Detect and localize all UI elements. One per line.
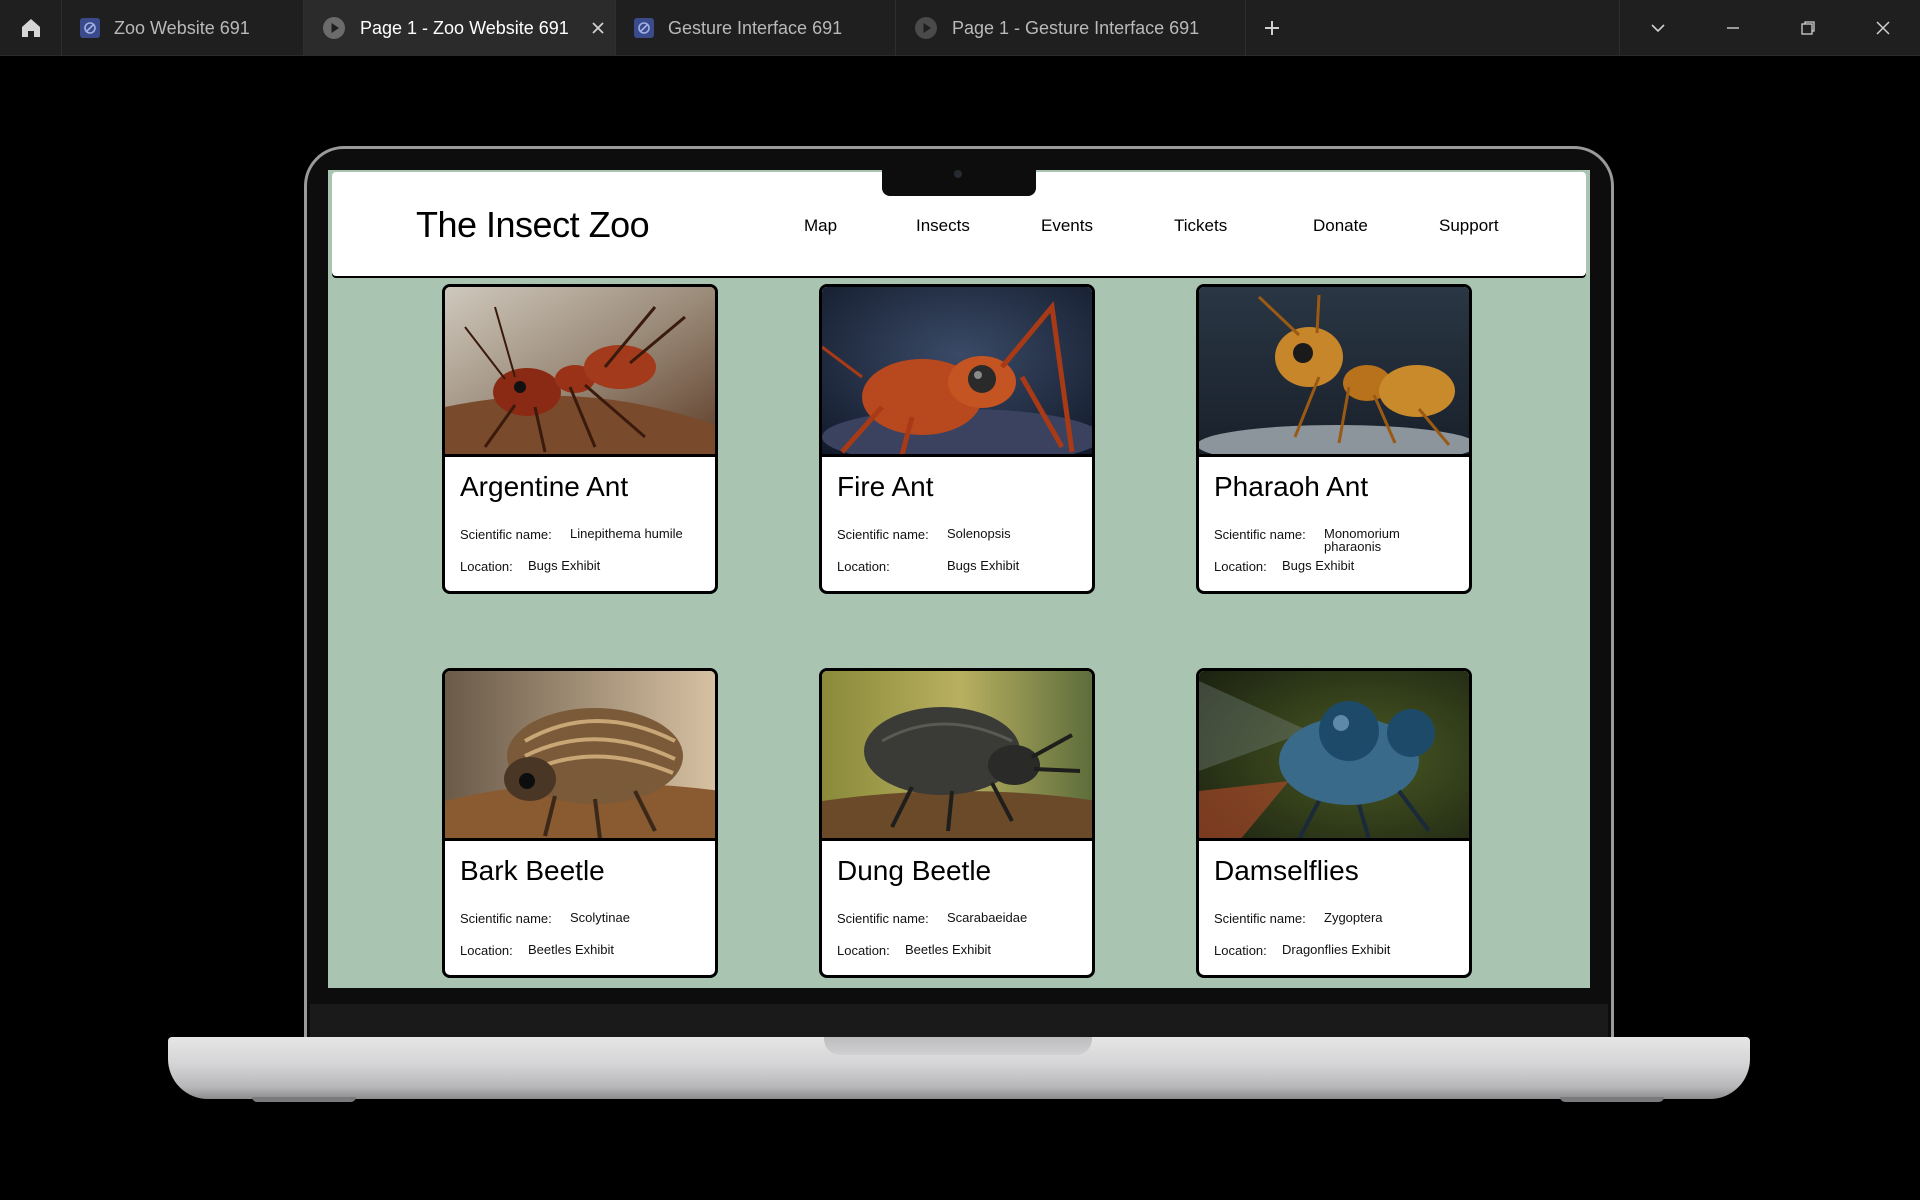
home-button[interactable]	[0, 0, 62, 56]
scientific-name-value: Solenopsis	[947, 526, 1011, 541]
home-icon	[21, 19, 40, 37]
card-title: Dung Beetle	[837, 855, 992, 886]
chevron-down-icon	[1650, 24, 1665, 33]
location-row: Location: Bugs Exhibit	[1214, 559, 1392, 574]
insect-card[interactable]: Fire Ant Scientific name: Solenopsis Loc…	[819, 284, 1095, 594]
card-title: Fire Ant	[837, 471, 934, 502]
scientific-name-value: Zygoptera	[1324, 910, 1383, 925]
play-icon	[914, 16, 938, 40]
location-row: Location: Bugs Exhibit	[837, 559, 1057, 574]
card-title: Bark Beetle	[460, 855, 605, 886]
tab-list-button[interactable]	[1620, 0, 1695, 56]
location-row: Location: Dragonflies Exhibit	[1214, 943, 1432, 958]
fire-ant-image	[822, 287, 1092, 457]
laptop-foot-right	[1560, 1097, 1664, 1102]
laptop-bottom-bezel	[310, 1004, 1608, 1038]
minimize-button[interactable]	[1695, 0, 1770, 56]
location-value: Bugs Exhibit	[947, 558, 1020, 573]
location-label: Location:	[460, 943, 513, 958]
tab-gesture-interface[interactable]: Gesture Interface 691	[616, 0, 896, 56]
tab-zoo-website[interactable]: Zoo Website 691	[62, 0, 304, 56]
location-label: Location:	[1214, 943, 1267, 958]
nav-events[interactable]: Events	[1041, 216, 1093, 236]
close-icon	[1875, 21, 1890, 35]
insect-card[interactable]: Bark Beetle Scientific name: Scolytinae …	[442, 668, 718, 978]
prototype-screen: The Insect Zoo Map Insects Events Ticket…	[328, 170, 1590, 988]
pharaoh-ant-image	[1199, 287, 1469, 457]
tab-page1-gesture-interface[interactable]: Page 1 - Gesture Interface 691	[896, 0, 1246, 56]
laptop-foot-left	[252, 1097, 356, 1102]
location-label: Location:	[837, 559, 890, 574]
scientific-name-label: Scientific name:	[460, 527, 552, 542]
card-title: Damselflies	[1214, 855, 1359, 886]
card-title: Argentine Ant	[460, 471, 629, 502]
restore-icon	[1800, 21, 1815, 35]
figma-file-icon	[634, 18, 654, 38]
location-label: Location:	[460, 559, 513, 574]
insect-card[interactable]: Argentine Ant Scientific name: Linepithe…	[442, 284, 718, 594]
scientific-name-row: Scientific name: Solenopsis	[837, 527, 1057, 542]
scientific-name-row: Scientific name: Linepithema humile	[460, 527, 710, 542]
title-bar: Zoo Website 691 Page 1 - Zoo Website 691…	[0, 0, 1920, 56]
card-title: Pharaoh Ant	[1214, 471, 1369, 502]
location-row: Location: Bugs Exhibit	[460, 559, 668, 574]
tab-label: Gesture Interface 691	[668, 17, 843, 38]
scientific-name-value: Monomorium pharaonis	[1324, 526, 1400, 554]
insect-card[interactable]: Pharaoh Ant Scientific name: Monomorium …	[1196, 284, 1472, 594]
location-label: Location:	[837, 943, 890, 958]
nav-insects[interactable]: Insects	[916, 216, 970, 236]
scientific-name-label: Scientific name:	[837, 911, 929, 926]
nav-donate[interactable]: Donate	[1313, 216, 1368, 236]
window-controls	[1619, 0, 1920, 55]
restore-button[interactable]	[1770, 0, 1845, 56]
location-label: Location:	[1214, 559, 1267, 574]
scientific-name-label: Scientific name:	[837, 527, 929, 542]
scientific-name-value: Scarabaeidae	[947, 910, 1028, 925]
tab-page1-zoo-website[interactable]: Page 1 - Zoo Website 691	[304, 0, 616, 56]
nav-tickets[interactable]: Tickets	[1174, 216, 1227, 236]
tab-label: Page 1 - Gesture Interface 691	[952, 17, 1200, 38]
damselfly-image	[1199, 671, 1469, 841]
location-value: Bugs Exhibit	[1282, 558, 1355, 573]
scientific-name-label: Scientific name:	[1214, 527, 1306, 542]
location-value: Beetles Exhibit	[905, 942, 991, 957]
scientific-name-value: Linepithema humile	[570, 526, 683, 541]
scientific-name-value: Scolytinae	[570, 910, 630, 925]
scientific-name-row: Scientific name: Scarabaeidae	[837, 911, 1087, 926]
close-window-button[interactable]	[1845, 0, 1920, 56]
dung-beetle-image	[822, 671, 1092, 841]
location-row: Location: Beetles Exhibit	[460, 943, 668, 958]
scientific-name-row: Scientific name: Scolytinae	[460, 911, 680, 926]
site-title[interactable]: The Insect Zoo	[416, 204, 650, 246]
tab-label: Zoo Website 691	[114, 17, 250, 38]
new-tab-button[interactable]	[1246, 0, 1298, 56]
laptop-opening-notch	[824, 1037, 1092, 1055]
figma-file-icon	[80, 18, 100, 38]
scientific-name-row: Scientific name: Monomorium pharaonis	[1214, 527, 1420, 553]
camera-icon	[954, 170, 962, 178]
nav-support[interactable]: Support	[1439, 216, 1499, 236]
minimize-icon	[1726, 27, 1739, 29]
argentine-ant-image	[445, 287, 715, 457]
location-value: Beetles Exhibit	[528, 942, 614, 957]
location-value: Bugs Exhibit	[528, 558, 601, 573]
tab-label: Page 1 - Zoo Website 691	[360, 17, 569, 38]
nav-map[interactable]: Map	[804, 216, 837, 236]
scientific-name-label: Scientific name:	[460, 911, 552, 926]
location-row: Location: Beetles Exhibit	[837, 943, 1045, 958]
insect-card[interactable]: Damselflies Scientific name: Zygoptera L…	[1196, 668, 1472, 978]
play-icon	[322, 16, 346, 40]
tab-bar-spacer	[1298, 0, 1619, 55]
insect-card[interactable]: Dung Beetle Scientific name: Scarabaeida…	[819, 668, 1095, 978]
location-value: Dragonflies Exhibit	[1282, 942, 1391, 957]
scientific-name-row: Scientific name: Zygoptera	[1214, 911, 1434, 926]
plus-icon	[1265, 21, 1279, 35]
close-tab-icon[interactable]	[591, 21, 605, 35]
bark-beetle-image	[445, 671, 715, 841]
scientific-name-label: Scientific name:	[1214, 911, 1306, 926]
